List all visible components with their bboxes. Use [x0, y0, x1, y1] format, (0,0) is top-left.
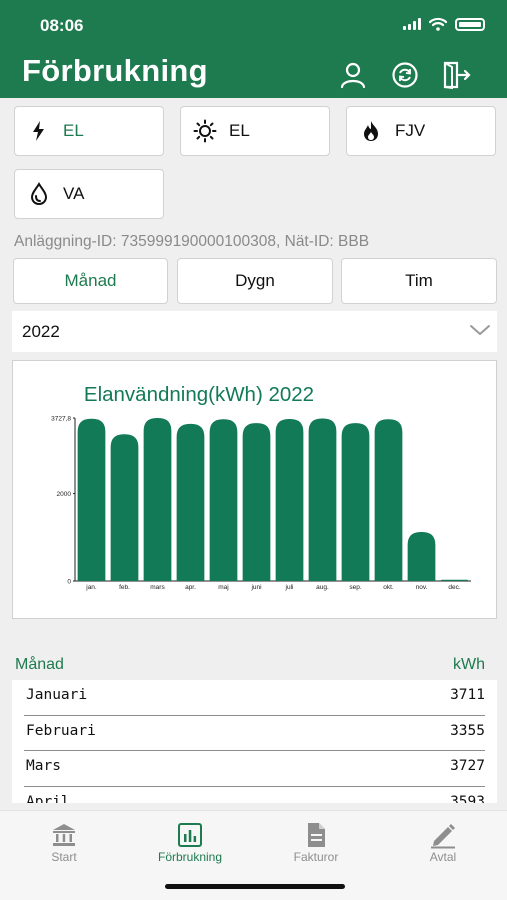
sun-icon [193, 119, 217, 143]
chart-bar [275, 418, 304, 581]
chart-bar [374, 419, 403, 581]
x-tick-label: dec. [448, 584, 460, 591]
signal-icon [403, 18, 421, 30]
row-value: 3355 [450, 722, 485, 739]
x-tick-label: feb. [119, 584, 130, 591]
bank-icon [53, 824, 75, 846]
battery-icon [455, 17, 485, 31]
utility-el-button[interactable]: EL [14, 106, 164, 156]
tab-avtal[interactable]: Avtal [380, 811, 506, 871]
status-time: 08:06 [40, 16, 84, 35]
water-drop-icon [30, 182, 48, 206]
chart-icon [178, 823, 202, 847]
x-tick-label: okt. [383, 584, 394, 591]
utility-label: EL [63, 121, 84, 140]
period-day-button[interactable]: Dygn [177, 258, 333, 304]
tab-forbrukning[interactable]: Förbrukning [127, 811, 253, 871]
tab-start[interactable]: Start [1, 811, 127, 871]
list-item: Februari 3355 [12, 716, 497, 751]
year-value: 2022 [22, 321, 60, 341]
chart-bar [176, 423, 205, 581]
chart-bar [407, 532, 436, 581]
x-tick-label: juli [285, 584, 294, 591]
tab-label: Start [51, 850, 77, 864]
row-month: Mars [26, 758, 61, 774]
year-select[interactable]: 2022 [12, 311, 497, 352]
row-month: Januari [26, 687, 88, 703]
lightning-icon [33, 121, 44, 141]
chart-title: Elanvändning(kWh) 2022 [84, 383, 314, 406]
list-item: Mars 3727 [12, 751, 497, 787]
consumption-chart: Elanvändning(kWh) 2022 0 2000 3727,8 jan. f… [51, 383, 471, 591]
utility-va-button[interactable]: VA [14, 169, 164, 219]
chart-bar [110, 434, 139, 581]
y-tick-label: 2000 [57, 491, 72, 498]
row-value: 3727 [450, 758, 485, 774]
row-month: April [26, 793, 70, 804]
chart-card: Elanvändning(kWh) 2022 0 2000 3727,8 jan. f… [12, 360, 497, 619]
chart-bar [341, 423, 370, 581]
x-tick-label: maj [218, 584, 228, 591]
tab-label: Avtal [429, 850, 457, 864]
chevron-down-icon [470, 325, 490, 335]
chart-bar [209, 419, 238, 581]
list-item: Januari 3711 [12, 680, 497, 716]
document-icon [308, 823, 325, 847]
logout-icon[interactable] [441, 60, 471, 90]
period-label: Dygn [235, 271, 275, 290]
period-month-button[interactable]: Månad [13, 258, 168, 304]
chart-bar [308, 418, 337, 581]
chart-bar [77, 418, 106, 581]
x-tick-label: sep. [349, 584, 361, 591]
consumption-list[interactable]: Januari 3711 Februari 3355 Mars 3727 Apr… [12, 680, 497, 803]
flame-icon [364, 121, 378, 141]
utility-fjv-button[interactable]: FJV [346, 106, 496, 156]
utility-solar-el-button[interactable]: EL [180, 106, 330, 156]
pen-icon [431, 824, 455, 849]
facility-info: Anläggning-ID: 735999190000100308, Nät-I… [14, 233, 370, 250]
row-value: 3593 [450, 793, 485, 804]
x-tick-label: juni [250, 584, 261, 591]
wifi-icon [429, 17, 447, 31]
status-icons [403, 17, 485, 31]
user-icon[interactable] [338, 60, 368, 90]
tab-label: Fakturor [293, 850, 339, 864]
chart-bar [242, 423, 271, 581]
period-label: Tim [405, 271, 433, 290]
refresh-icon[interactable] [390, 60, 420, 90]
x-tick-label: aug. [316, 584, 329, 591]
tab-label: Förbrukning [157, 850, 223, 864]
chart-bar [143, 418, 172, 581]
y-tick-label: 3727,8 [51, 416, 71, 423]
x-tick-label: nov. [416, 584, 428, 591]
list-header-month: Månad [15, 656, 64, 673]
utility-label: FJV [395, 121, 426, 140]
tab-fakturor[interactable]: Fakturor [253, 811, 379, 871]
x-tick-label: apr. [185, 584, 196, 591]
list-header-unit: kWh [453, 656, 485, 673]
x-tick-label: jan. [85, 584, 97, 591]
utility-label: VA [63, 184, 85, 203]
period-hour-button[interactable]: Tim [341, 258, 497, 304]
home-indicator [165, 884, 345, 889]
chart-bar [440, 579, 469, 581]
page-title: Förbrukning [22, 53, 208, 88]
list-item: April 3593 [12, 787, 497, 804]
x-tick-label: mars [150, 584, 165, 591]
row-value: 3711 [450, 687, 485, 703]
period-label: Månad [64, 271, 117, 290]
utility-label: EL [229, 121, 250, 140]
y-tick-label: 0 [67, 579, 71, 586]
row-month: Februari [26, 722, 96, 739]
app-header: 08:06 Förbrukning [0, 0, 507, 98]
